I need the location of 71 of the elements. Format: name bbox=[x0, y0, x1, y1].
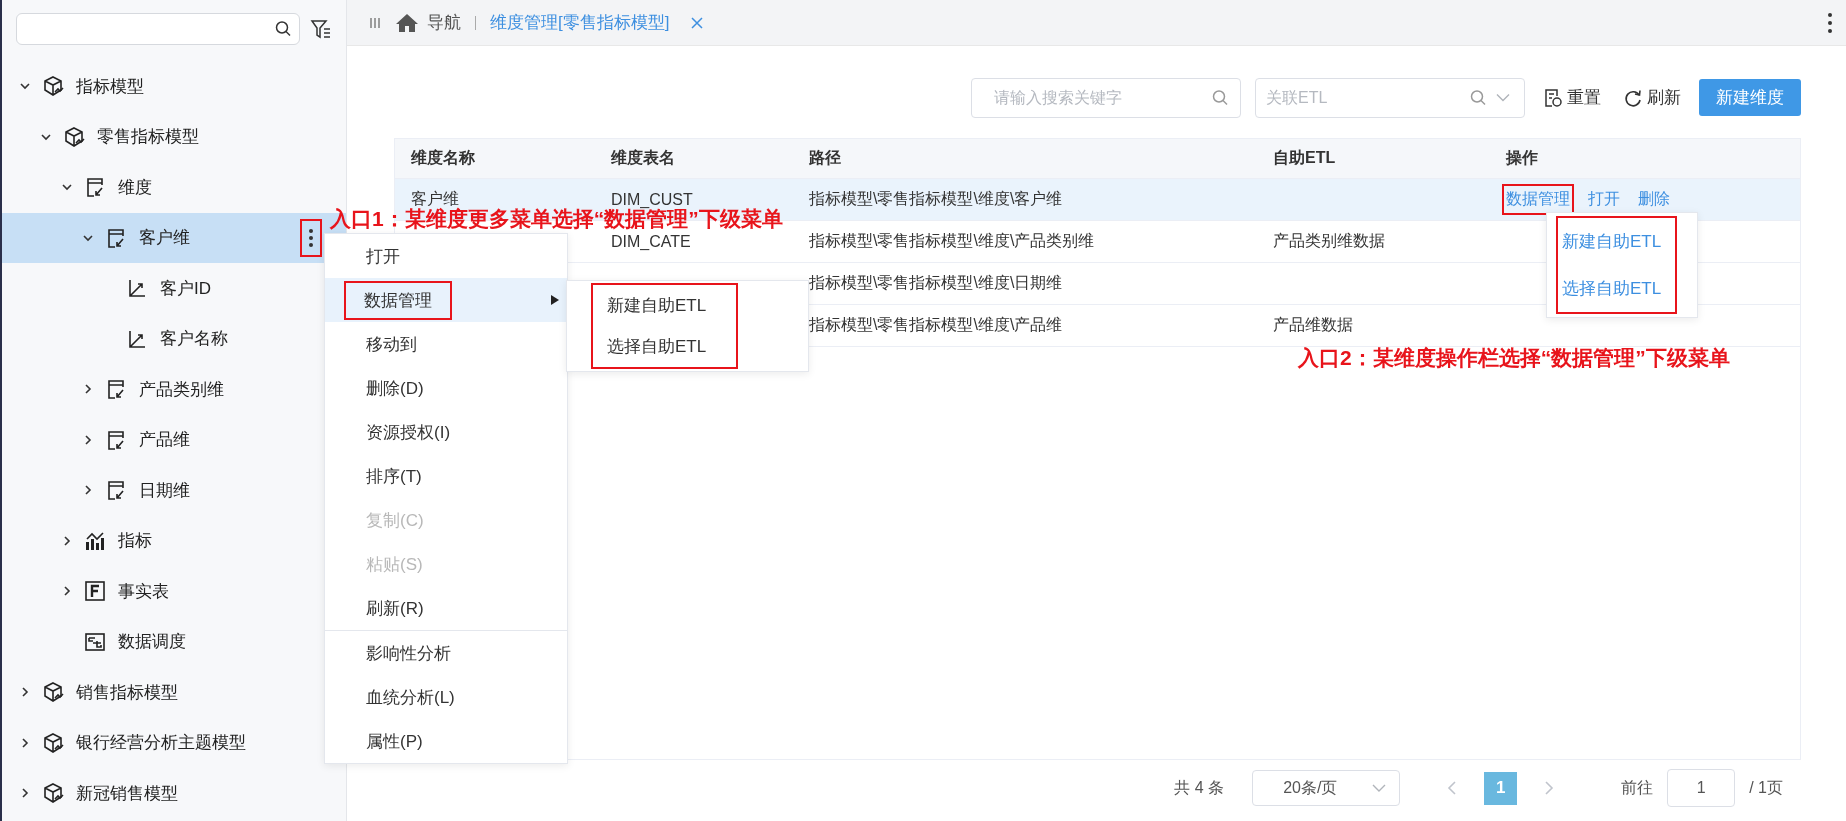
table-cell: 指标模型\零售指标模型\维度\客户维 bbox=[809, 190, 1063, 207]
tree-item-label: 客户ID bbox=[160, 277, 212, 300]
column-header: 自助ETL bbox=[1273, 148, 1337, 168]
goto-label: 前往 bbox=[1621, 777, 1654, 798]
total-count: 共 4 条 bbox=[1174, 777, 1225, 798]
tree-item[interactable]: 零售指标模型 bbox=[2, 111, 346, 162]
goto-page-input[interactable]: 1 bbox=[1667, 769, 1736, 807]
table-cell: 指标模型\零售指标模型\维度\产品维 bbox=[809, 316, 1063, 333]
page-size-select[interactable]: 20条/页 bbox=[1252, 770, 1401, 806]
tree-item-label: 维度 bbox=[118, 176, 153, 199]
filter-icon[interactable] bbox=[310, 18, 332, 40]
dimension-icon bbox=[105, 428, 127, 451]
tree-item-label: 产品类别维 bbox=[139, 378, 225, 401]
menu-item[interactable]: 选择自助ETL bbox=[1558, 265, 1675, 312]
menu-item[interactable]: 选择自助ETL bbox=[593, 326, 736, 367]
tree-item-label: 指标 bbox=[118, 530, 153, 553]
more-icon bbox=[309, 228, 313, 247]
cube-icon bbox=[42, 681, 64, 704]
refresh-icon bbox=[1623, 87, 1643, 108]
more-icon[interactable] bbox=[1828, 12, 1832, 33]
column-header: 维度表名 bbox=[611, 148, 676, 168]
tree-item-label: 数据调度 bbox=[118, 631, 187, 654]
table-cell: DIM_CUST bbox=[611, 190, 693, 208]
column-header: 路径 bbox=[809, 148, 842, 168]
reset-button[interactable]: 重置 bbox=[1539, 81, 1605, 114]
dimension-icon bbox=[105, 226, 127, 249]
cube-icon bbox=[63, 125, 85, 148]
cube-icon bbox=[42, 782, 64, 805]
axis-arrow-icon bbox=[126, 277, 148, 300]
submenu-caret-icon bbox=[551, 295, 559, 305]
cube-icon bbox=[42, 75, 64, 98]
dimension-icon bbox=[84, 176, 106, 199]
table-cell: 客户维 bbox=[411, 190, 459, 207]
column-header: 维度名称 bbox=[411, 148, 476, 168]
close-icon[interactable] bbox=[691, 16, 704, 29]
tree-item[interactable]: 指标模型 bbox=[2, 61, 346, 112]
bar-chart-icon bbox=[84, 529, 106, 552]
tree-item-label: 产品维 bbox=[139, 429, 191, 452]
tree-item[interactable]: 新冠销售模型 bbox=[2, 768, 346, 819]
tree-item-label: 客户名称 bbox=[160, 328, 229, 351]
table-cell: 产品类别维数据 bbox=[1273, 232, 1385, 249]
menu-item[interactable]: 数据管理 bbox=[325, 278, 567, 322]
page-count: / 1页 bbox=[1749, 777, 1783, 798]
refresh-button[interactable]: 刷新 bbox=[1619, 81, 1685, 114]
table-cell: 产品维数据 bbox=[1273, 316, 1353, 333]
search-field[interactable] bbox=[16, 13, 300, 45]
tree-item-label: 日期维 bbox=[139, 479, 191, 502]
f-box-icon bbox=[84, 580, 106, 603]
tree-item-label: 银行经营分析主题模型 bbox=[76, 732, 247, 755]
menu-item[interactable]: 新建自助ETL bbox=[593, 285, 736, 326]
table-cell: 指标模型\零售指标模型\维度\产品类别维 bbox=[809, 232, 1095, 249]
home-icon bbox=[395, 12, 419, 33]
search-field[interactable]: 请输入搜索关键字 bbox=[971, 77, 1241, 118]
tab[interactable]: 导航 bbox=[395, 11, 461, 34]
reset-icon bbox=[1543, 87, 1563, 108]
table-cell: 指标模型\零售指标模型\维度\日期维 bbox=[809, 274, 1063, 291]
table-cell: DIM_CATE bbox=[611, 232, 691, 250]
column-header: 操作 bbox=[1506, 148, 1539, 168]
tree-item-label: 指标模型 bbox=[76, 75, 145, 98]
tree-item-label: 零售指标模型 bbox=[97, 126, 200, 149]
dimension-icon bbox=[105, 378, 127, 401]
tree-item-label: 事实表 bbox=[118, 580, 170, 603]
tree-item-label: 销售指标模型 bbox=[76, 681, 179, 704]
tree-item-label: 客户维 bbox=[139, 227, 191, 250]
cube-icon bbox=[42, 731, 64, 754]
schedule-icon bbox=[84, 630, 106, 653]
more-menu-button[interactable] bbox=[300, 218, 322, 257]
search-icon[interactable] bbox=[275, 20, 292, 38]
tree-item-label: 新冠销售模型 bbox=[76, 782, 179, 805]
annotation-text: 入口2：某维度操作栏选择“数据管理”下级菜单 bbox=[1298, 346, 1730, 370]
dimension-icon bbox=[105, 479, 127, 502]
